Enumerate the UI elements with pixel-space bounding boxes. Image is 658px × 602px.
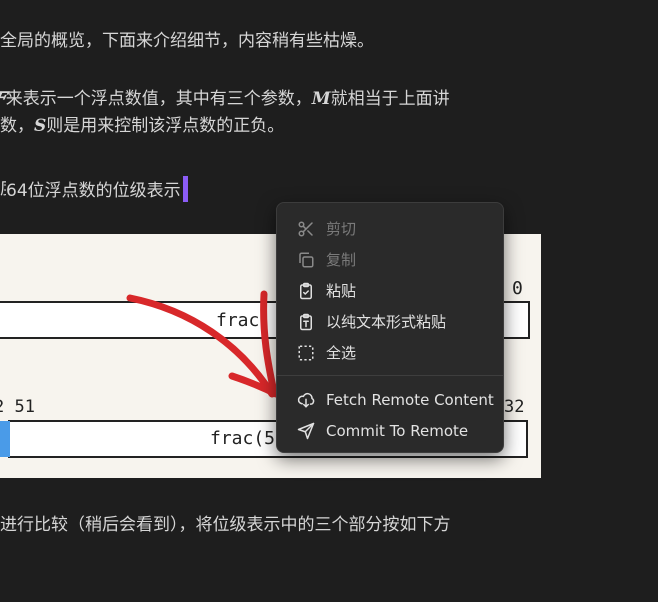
cloud-download-icon	[296, 390, 316, 410]
menu-item-fetch-remote-label: Fetch Remote Content	[326, 390, 494, 409]
paragraph-line-5: 进行比较（稍后会看到），将位级表示中的三个部分按如下方	[0, 515, 451, 535]
copy-icon	[296, 250, 316, 270]
context-menu: 剪切 复制 粘贴 以纯文本形式粘贴 全选 Fetch Remote Conten…	[276, 202, 504, 453]
menu-item-paste-label: 粘贴	[326, 282, 357, 300]
paragraph-line-3-pre: 数，	[0, 116, 34, 136]
menu-item-fetch-remote[interactable]: Fetch Remote Content	[277, 384, 503, 415]
editor-page: 全局的概览，下面来介绍细节，内容稍有些枯燥。 𝐹来表示一个浮点数值，其中有三个参…	[0, 0, 658, 602]
paragraph-line-1: 全局的概览，下面来介绍细节，内容稍有些枯燥。	[0, 31, 374, 51]
paragraph-line-3-tail: 则是用来控制该浮点数的正负。	[46, 116, 285, 136]
heading-64bit-text: 64位浮点数的位级表示	[6, 181, 181, 201]
menu-item-paste-plain[interactable]: 以纯文本形式粘贴	[277, 306, 503, 337]
menu-item-select-all[interactable]: 全选	[277, 337, 503, 368]
menu-item-copy-label: 复制	[326, 251, 357, 269]
menu-item-commit-remote[interactable]: Commit To Remote	[277, 415, 503, 446]
menu-item-paste[interactable]: 粘贴	[277, 275, 503, 306]
send-icon	[296, 421, 316, 441]
menu-separator	[277, 375, 503, 376]
menu-item-commit-remote-label: Commit To Remote	[326, 421, 469, 440]
math-s: S	[34, 116, 47, 136]
menu-item-cut-label: 剪切	[326, 220, 357, 238]
text-caret	[182, 176, 188, 202]
paragraph-line-2: 𝐹来表示一个浮点数值，其中有三个参数，M就相当于上面讲 数，S则是用来控制该浮点…	[0, 86, 450, 140]
menu-item-cut[interactable]: 剪切	[277, 213, 503, 244]
clipboard-text-icon	[296, 312, 316, 332]
menu-item-copy[interactable]: 复制	[277, 244, 503, 275]
select-all-icon	[296, 343, 316, 363]
paragraph-line-2-tail: 就相当于上面讲	[330, 89, 450, 109]
paragraph-heading-64bit[interactable]: 度64位浮点数的位级表示	[0, 176, 188, 205]
menu-item-paste-plain-label: 以纯文本形式粘贴	[326, 313, 447, 331]
paragraph-line-2-text: 来表示一个浮点数值，其中有三个参数，	[5, 89, 312, 109]
math-m: M	[311, 89, 331, 109]
menu-item-select-all-label: 全选	[326, 344, 357, 362]
clipboard-check-icon	[296, 281, 316, 301]
scissors-icon	[296, 219, 316, 239]
